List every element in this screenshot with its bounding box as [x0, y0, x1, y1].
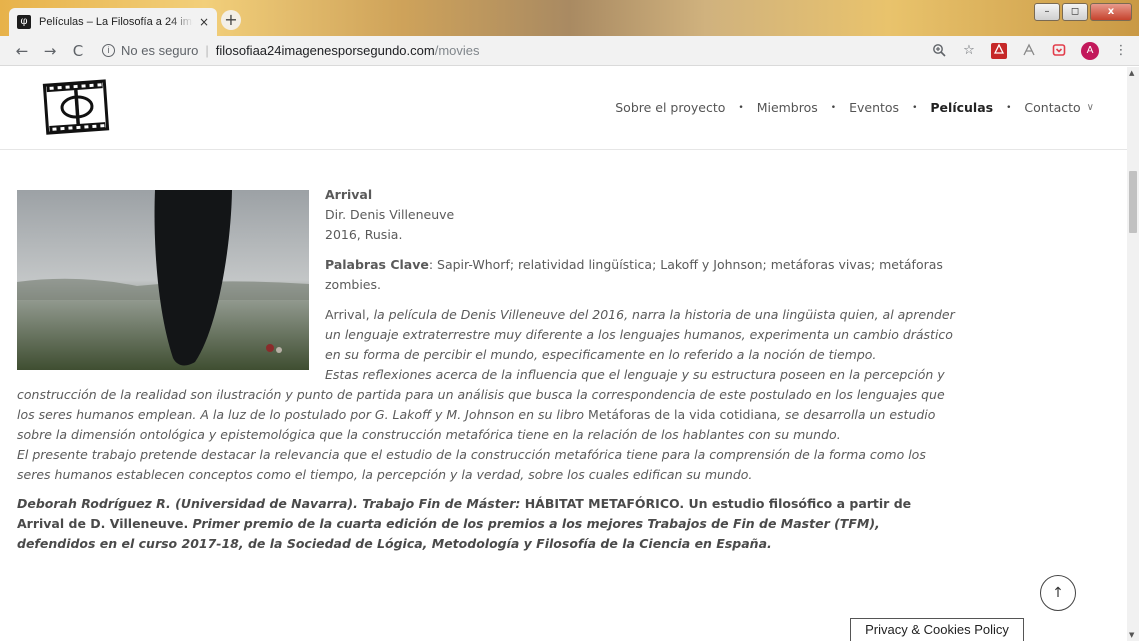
scroll-down-icon[interactable]: ▼: [1129, 631, 1134, 639]
synopsis-text: la película de Denis Villeneuve del 2016…: [325, 307, 955, 362]
nav-separator: •: [912, 102, 918, 113]
extension-icon[interactable]: [1021, 43, 1037, 59]
nav-separator: •: [1006, 102, 1012, 113]
toolbar-actions: ☆ A ⋮: [931, 42, 1129, 60]
site-info-icon[interactable]: i: [102, 44, 115, 57]
forward-icon[interactable]: →: [38, 42, 62, 60]
minimize-button[interactable]: –: [1034, 3, 1060, 21]
scroll-thumb[interactable]: [1129, 171, 1137, 233]
new-tab-button[interactable]: +: [221, 10, 241, 30]
credits-paragraph: Deborah Rodríguez R. (Universidad de Nav…: [17, 494, 957, 554]
nav-item-peliculas[interactable]: Películas: [930, 100, 993, 115]
keywords-label: Palabras Clave: [325, 257, 429, 272]
chevron-down-icon[interactable]: ∨: [1087, 102, 1094, 113]
site-header: Sobre el proyecto • Miembros • Eventos •…: [0, 67, 1127, 150]
security-label: No es seguro: [121, 43, 199, 58]
site-logo[interactable]: [40, 77, 114, 137]
nav-separator: •: [830, 102, 837, 113]
page-scrollbar[interactable]: ▲ ▼: [1127, 67, 1139, 641]
window-controls: – ◻ x: [1034, 3, 1132, 21]
tab-close-icon[interactable]: ×: [199, 15, 209, 29]
address-bar[interactable]: i No es seguro | filosofiaa24imagenespor…: [102, 43, 480, 58]
pdf-extension-icon[interactable]: [991, 43, 1007, 59]
zoom-icon[interactable]: [931, 43, 947, 59]
movie-poster-image: [17, 190, 309, 370]
nav-item-miembros[interactable]: Miembros: [757, 100, 818, 115]
browser-tab[interactable]: φ Películas – La Filosofía a 24 imágenes…: [9, 8, 217, 36]
url-separator: |: [205, 43, 209, 58]
nav-item-eventos[interactable]: Eventos: [849, 100, 899, 115]
privacy-policy-button[interactable]: Privacy & Cookies Policy: [850, 618, 1024, 641]
bookmark-star-icon[interactable]: ☆: [961, 43, 977, 59]
menu-icon[interactable]: ⋮: [1113, 43, 1129, 59]
pocket-icon[interactable]: [1051, 43, 1067, 59]
reload-icon[interactable]: C: [66, 42, 90, 60]
url-host: filosofiaa24imagenesporsegundo.com: [215, 43, 435, 58]
main-nav: Sobre el proyecto • Miembros • Eventos •…: [615, 100, 1094, 115]
maximize-button[interactable]: ◻: [1062, 3, 1088, 21]
avatar[interactable]: A: [1081, 42, 1099, 60]
nav-item-contacto[interactable]: Contacto: [1024, 100, 1080, 115]
book-title: Metáforas de la vida cotidiana: [588, 407, 778, 422]
synopsis-lead: Arrival,: [325, 307, 370, 322]
page-viewport: Sobre el proyecto • Miembros • Eventos •…: [0, 67, 1127, 641]
scroll-up-icon[interactable]: ▲: [1129, 69, 1134, 77]
site-favicon-icon: φ: [17, 15, 31, 29]
back-icon[interactable]: ←: [10, 42, 34, 60]
url-path: /movies: [434, 43, 480, 58]
reflection-paragraph: Estas reflexiones acerca de la influenci…: [17, 365, 957, 445]
close-window-button[interactable]: x: [1090, 3, 1132, 21]
purpose-paragraph: El presente trabajo pretende destacar la…: [17, 447, 926, 482]
nav-separator: •: [738, 102, 744, 113]
browser-title-bar: φ Películas – La Filosofía a 24 imágenes…: [0, 0, 1139, 36]
tab-title: Películas – La Filosofía a 24 imágenes p…: [39, 16, 193, 28]
credit-author: Deborah Rodríguez R. (Universidad de Nav…: [17, 496, 525, 511]
browser-toolbar: ← → C i No es seguro | filosofiaa24image…: [0, 36, 1139, 66]
back-to-top-button[interactable]: ↑: [1040, 575, 1076, 611]
movie-entry: Arrival Dir. Denis Villeneuve 2016, Rusi…: [17, 185, 957, 554]
nav-item-sobre-el-proyecto[interactable]: Sobre el proyecto: [615, 100, 725, 115]
